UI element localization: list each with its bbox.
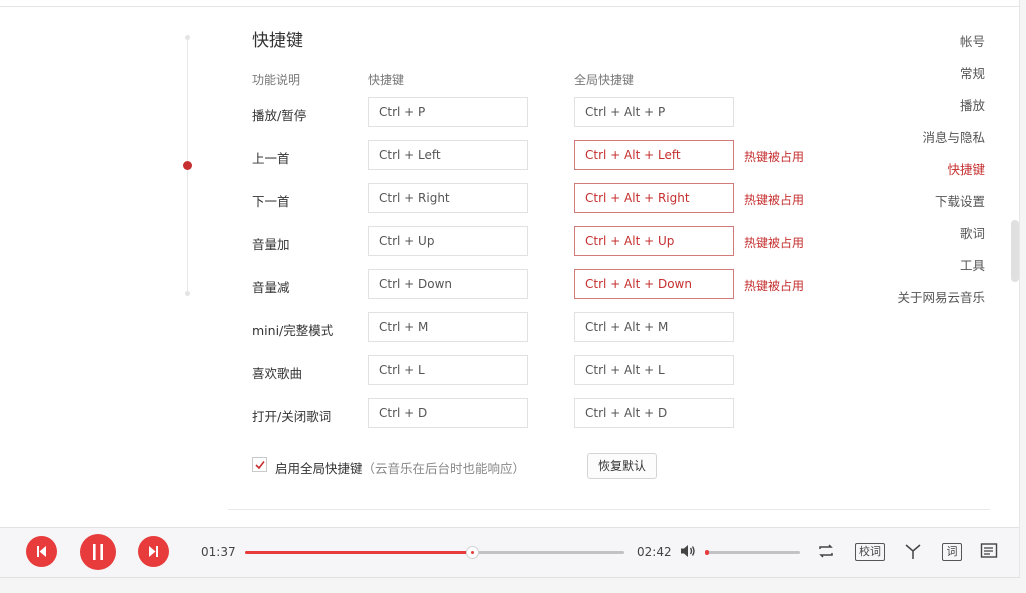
settings-window: 帐号 常规 播放 消息与隐私 快捷键 下载设置 歌词 工具 关于网易云音乐 快捷键 功能说明 快… — [0, 0, 1020, 578]
shortcut-row-label: 播放/暂停 — [252, 108, 307, 123]
shortcut-input[interactable]: Ctrl + P — [368, 97, 528, 127]
global-shortcut-input[interactable]: Ctrl + Alt + Right — [574, 183, 734, 213]
playlist-icon[interactable] — [980, 542, 998, 560]
nav-dot — [185, 291, 190, 296]
shortcut-input[interactable]: Ctrl + D — [368, 398, 528, 428]
global-shortcut-input[interactable]: Ctrl + Alt + P — [574, 97, 734, 127]
nav-item-6[interactable]: 下载设置 — [935, 191, 985, 210]
hotkey-conflict-note: 热键被占用 — [744, 193, 805, 207]
share-icon[interactable] — [903, 542, 923, 562]
nav-active-dot — [183, 161, 192, 170]
hotkey-conflict-note: 热键被占用 — [744, 279, 805, 293]
shortcut-input[interactable]: Ctrl + Left — [368, 140, 528, 170]
progress-fill — [245, 551, 473, 554]
checkmark-icon — [255, 461, 265, 470]
global-shortcut-input[interactable]: Ctrl + Alt + D — [574, 398, 734, 428]
nav-item-8[interactable]: 工具 — [960, 255, 985, 274]
restore-default-button[interactable]: 恢复默认 — [587, 453, 657, 479]
nav-item-7[interactable]: 歌词 — [960, 223, 985, 242]
column-header-function: 功能说明 — [252, 73, 301, 87]
shortcut-row-label: 打开/关闭歌词 — [252, 409, 332, 424]
global-shortcut-input[interactable]: Ctrl + Alt + L — [574, 355, 734, 385]
content-divider — [228, 509, 990, 510]
player-bar: 01:37 02:42 校词 词 — [0, 527, 1019, 577]
global-shortcut-input[interactable]: Ctrl + Alt + M — [574, 312, 734, 342]
shortcut-input[interactable]: Ctrl + Down — [368, 269, 528, 299]
repeat-icon[interactable] — [816, 542, 836, 560]
lyric-calibrate-button[interactable]: 校词 — [855, 543, 885, 561]
global-shortcut-input[interactable]: Ctrl + Alt + Up — [574, 226, 734, 256]
enable-global-hint: （云音乐在后台时也能响应） — [362, 461, 526, 476]
column-header-shortcut: 快捷键 — [368, 73, 405, 87]
nav-item-4[interactable]: 消息与隐私 — [922, 127, 985, 146]
shortcut-row-label: 喜欢歌曲 — [252, 366, 303, 381]
nav-item-9[interactable]: 关于网易云音乐 — [897, 287, 985, 306]
total-time: 02:42 — [637, 545, 672, 559]
progress-bar[interactable] — [245, 546, 624, 559]
section-title: 快捷键 — [252, 31, 303, 51]
skip-previous-icon — [37, 546, 46, 557]
volume-slider[interactable] — [705, 550, 800, 555]
hotkey-conflict-note: 热键被占用 — [744, 150, 805, 164]
enable-global-label: 启用全局快捷键（云音乐在后台时也能响应） — [275, 458, 525, 477]
scrollbar-thumb[interactable] — [1011, 220, 1019, 282]
volume-fill — [705, 550, 709, 555]
shortcut-input[interactable]: Ctrl + M — [368, 312, 528, 342]
nav-item-3[interactable]: 播放 — [960, 95, 985, 114]
shortcut-input[interactable]: Ctrl + Right — [368, 183, 528, 213]
shortcut-row-label: 下一首 — [252, 194, 290, 209]
nav-item-1[interactable]: 帐号 — [960, 31, 985, 50]
pause-button[interactable] — [80, 534, 116, 570]
next-track-button[interactable] — [138, 536, 169, 567]
speaker-icon[interactable] — [680, 543, 696, 559]
global-shortcut-input[interactable]: Ctrl + Alt + Down — [574, 269, 734, 299]
shortcut-row-label: 音量加 — [252, 237, 290, 252]
nav-item-2[interactable]: 常规 — [960, 63, 985, 82]
column-header-global: 全局快捷键 — [574, 73, 635, 87]
global-shortcut-input[interactable]: Ctrl + Alt + Left — [574, 140, 734, 170]
shortcut-input[interactable]: Ctrl + L — [368, 355, 528, 385]
enable-global-checkbox[interactable] — [252, 457, 267, 472]
nav-dot — [185, 35, 190, 40]
skip-next-icon — [149, 546, 158, 557]
lyric-toggle-button[interactable]: 词 — [942, 543, 962, 561]
prev-track-button[interactable] — [26, 536, 57, 567]
nav-item-5[interactable]: 快捷键 — [947, 159, 985, 178]
hotkey-conflict-note: 热键被占用 — [744, 236, 805, 250]
pause-icon — [93, 544, 103, 560]
shortcut-row-label: 音量减 — [252, 280, 290, 295]
top-divider — [0, 6, 1019, 7]
current-time: 01:37 — [201, 545, 236, 559]
shortcut-input[interactable]: Ctrl + Up — [368, 226, 528, 256]
shortcut-row-label: 上一首 — [252, 151, 290, 166]
enable-global-text: 启用全局快捷键 — [275, 461, 363, 476]
shortcut-row-label: mini/完整模式 — [252, 323, 334, 338]
progress-handle[interactable] — [466, 546, 480, 559]
